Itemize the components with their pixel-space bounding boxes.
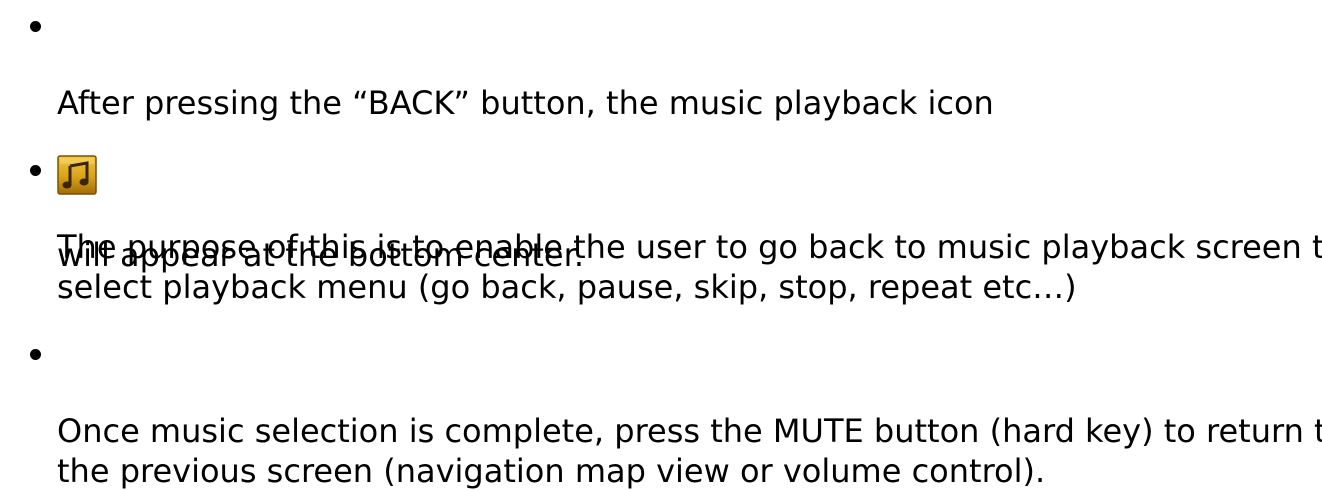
bullet-item-purpose: The purpose of this is to enable the use… — [30, 147, 1322, 307]
bullet-dot — [30, 349, 41, 360]
bullet-text: The purpose of this is to enable the use… — [57, 228, 1322, 306]
bullet-text-before-icon: After pressing the “BACK” button, the mu… — [57, 84, 994, 122]
bullet-text: Once music selection is complete, press … — [57, 412, 1322, 490]
bullet-item-mute: Once music selection is complete, press … — [30, 331, 1322, 491]
bullet-dot — [30, 165, 41, 176]
bullet-dot — [30, 21, 41, 32]
